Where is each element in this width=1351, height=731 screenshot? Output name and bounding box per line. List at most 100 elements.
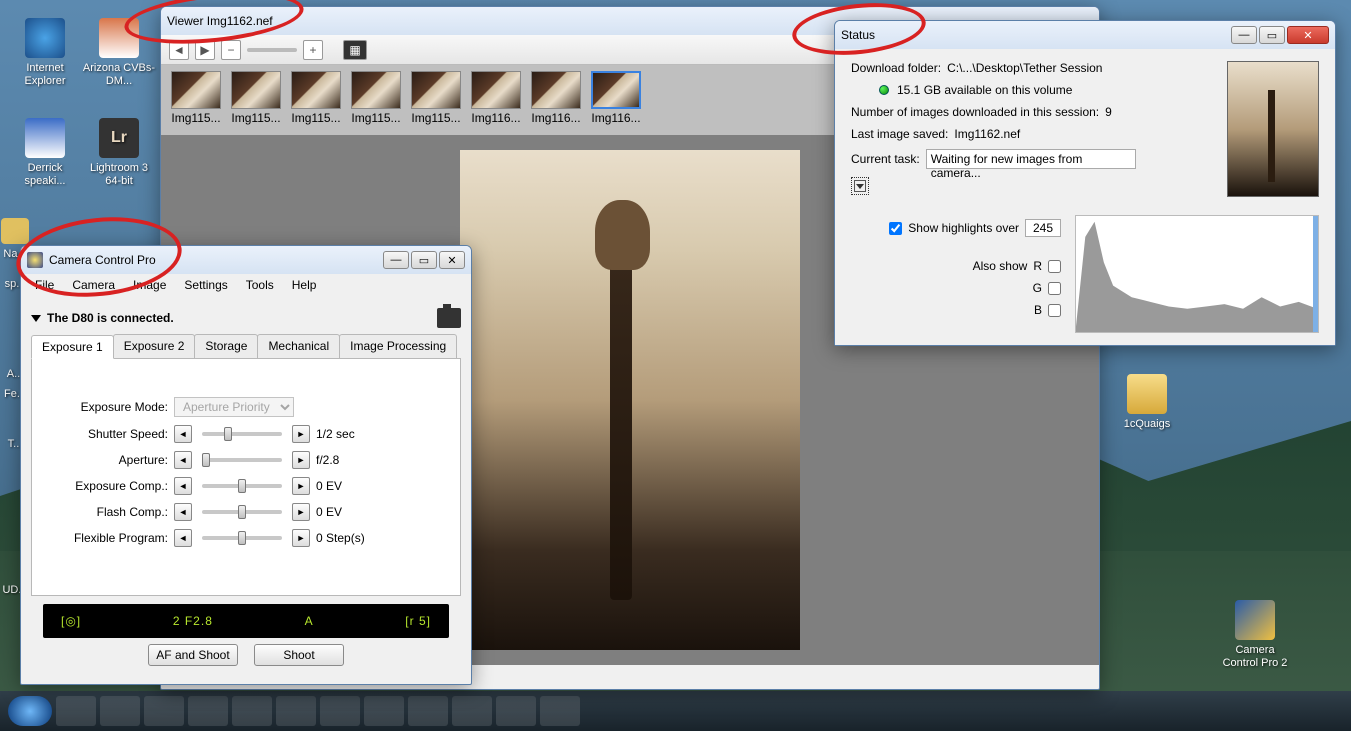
taskbar-item[interactable]: [56, 696, 96, 726]
zoom-slider[interactable]: [247, 48, 297, 52]
desktop-icon-derrick[interactable]: Derrick speaki...: [8, 118, 82, 188]
expcomp-dec[interactable]: ◄: [174, 477, 192, 495]
exposure-mode-select[interactable]: Aperture Priority: [174, 397, 294, 417]
desktop-icon-mcquaigs[interactable]: 1cQuaigs: [1110, 374, 1184, 431]
thumbnail[interactable]: Img115...: [291, 71, 341, 125]
start-button[interactable]: [8, 696, 52, 726]
taskbar-item[interactable]: [408, 696, 448, 726]
channel-r-checkbox[interactable]: [1048, 260, 1061, 273]
shutter-dec[interactable]: ◄: [174, 425, 192, 443]
menu-help[interactable]: Help: [284, 276, 325, 294]
download-folder-label: Download folder:: [851, 61, 941, 75]
disk-space: 15.1 GB available on this volume: [897, 83, 1072, 97]
folder-icon: [1, 218, 29, 244]
aperture-value: f/2.8: [316, 453, 339, 467]
expcomp-inc[interactable]: ►: [292, 477, 310, 495]
taskbar-item[interactable]: [232, 696, 272, 726]
flashcomp-inc[interactable]: ►: [292, 503, 310, 521]
taskbar-item[interactable]: [276, 696, 316, 726]
thumbnail[interactable]: Img115...: [411, 71, 461, 125]
tab-storage[interactable]: Storage: [194, 334, 258, 358]
connection-status: The D80 is connected.: [31, 302, 461, 334]
taskbar-item[interactable]: [540, 696, 580, 726]
flexprog-slider[interactable]: [202, 536, 282, 540]
shoot-button[interactable]: Shoot: [254, 644, 344, 666]
thumbnail[interactable]: Img115...: [231, 71, 281, 125]
count-value: 9: [1105, 105, 1112, 119]
taskbar-item[interactable]: [364, 696, 404, 726]
tab-body: Exposure Mode: Aperture Priority Shutter…: [31, 359, 461, 596]
highlights-threshold[interactable]: [1025, 219, 1061, 237]
last-image-value: Img1162.nef: [954, 127, 1020, 141]
taskbar-item[interactable]: [320, 696, 360, 726]
aperture-slider[interactable]: [202, 458, 282, 462]
current-task-label: Current task:: [851, 152, 920, 166]
zoom-out-btn[interactable]: −: [221, 40, 241, 60]
taskbar[interactable]: [0, 691, 1351, 731]
shutter-value: 1/2 sec: [316, 427, 355, 441]
folder-icon: [1127, 374, 1167, 414]
readout-main: 2 F2.8: [173, 614, 213, 628]
show-highlights-checkbox[interactable]: [889, 222, 902, 235]
channel-b-checkbox[interactable]: [1048, 304, 1061, 317]
close-button[interactable]: ✕: [1287, 26, 1329, 44]
taskbar-item[interactable]: [188, 696, 228, 726]
thumbnail[interactable]: Img116...: [471, 71, 521, 125]
disclosure-arrow-icon[interactable]: [31, 315, 41, 322]
filmstrip-toggle[interactable]: ▦: [343, 40, 367, 60]
flexprog-label: Flexible Program:: [48, 531, 168, 545]
desktop-icon-lightroom[interactable]: Lr Lightroom 3 64-bit: [82, 118, 156, 188]
flashcomp-value: 0 EV: [316, 505, 342, 519]
tab-exposure1[interactable]: Exposure 1: [31, 335, 114, 359]
channel-g: G: [1033, 281, 1042, 295]
show-highlights-label: Show highlights over: [908, 221, 1019, 235]
desktop-icon-ie[interactable]: Internet Explorer: [8, 18, 82, 88]
flashcomp-label: Flash Comp.:: [48, 505, 168, 519]
also-show-label: Also show: [973, 259, 1028, 273]
camera-control-window: Camera Control Pro — ▭ ✕ File Camera Ima…: [20, 245, 472, 685]
close-button[interactable]: ✕: [439, 251, 465, 269]
flashcomp-dec[interactable]: ◄: [174, 503, 192, 521]
tab-mechanical[interactable]: Mechanical: [257, 334, 340, 358]
maximize-button[interactable]: ▭: [411, 251, 437, 269]
flashcomp-slider[interactable]: [202, 510, 282, 514]
aperture-dec[interactable]: ◄: [174, 451, 192, 469]
current-task-value: Waiting for new images from camera...: [926, 149, 1136, 169]
aperture-label: Aperture:: [48, 453, 168, 467]
af-and-shoot-button[interactable]: AF and Shoot: [148, 644, 238, 666]
menu-settings[interactable]: Settings: [176, 276, 235, 294]
menu-tools[interactable]: Tools: [238, 276, 282, 294]
camera-control-icon: [1235, 600, 1275, 640]
taskbar-item[interactable]: [452, 696, 492, 726]
channel-b: B: [1034, 303, 1042, 317]
taskbar-item[interactable]: [100, 696, 140, 726]
zoom-in-btn[interactable]: +: [303, 40, 323, 60]
tab-exposure2[interactable]: Exposure 2: [113, 334, 196, 358]
disclosure-toggle[interactable]: [851, 177, 869, 195]
thumbnail[interactable]: Img115...: [351, 71, 401, 125]
count-label: Number of images downloaded in this sess…: [851, 105, 1099, 119]
thumbnail[interactable]: Img115...: [171, 71, 221, 125]
flexprog-dec[interactable]: ◄: [174, 529, 192, 547]
taskbar-item[interactable]: [496, 696, 536, 726]
channel-g-checkbox[interactable]: [1048, 282, 1061, 295]
thumbnail-selected[interactable]: Img116...: [591, 71, 641, 125]
shutter-inc[interactable]: ►: [292, 425, 310, 443]
tab-image-processing[interactable]: Image Processing: [339, 334, 457, 358]
thumbnail[interactable]: Img116...: [531, 71, 581, 125]
taskbar-item[interactable]: [144, 696, 184, 726]
flexprog-inc[interactable]: ►: [292, 529, 310, 547]
ie-icon: [25, 18, 65, 58]
maximize-button[interactable]: ▭: [1259, 26, 1285, 44]
minimize-button[interactable]: —: [1231, 26, 1257, 44]
minimize-button[interactable]: —: [383, 251, 409, 269]
channel-r: R: [1033, 259, 1042, 273]
expcomp-slider[interactable]: [202, 484, 282, 488]
aperture-inc[interactable]: ►: [292, 451, 310, 469]
viewer-image: [460, 150, 800, 650]
shutter-speed-label: Shutter Speed:: [48, 427, 168, 441]
desktop-icon-ccp2[interactable]: Camera Control Pro 2: [1218, 600, 1292, 670]
status-window: Status — ▭ ✕ Download folder: C:\...\Des…: [834, 20, 1336, 346]
readout-focus: [◎]: [61, 614, 81, 628]
shutter-slider[interactable]: [202, 432, 282, 436]
